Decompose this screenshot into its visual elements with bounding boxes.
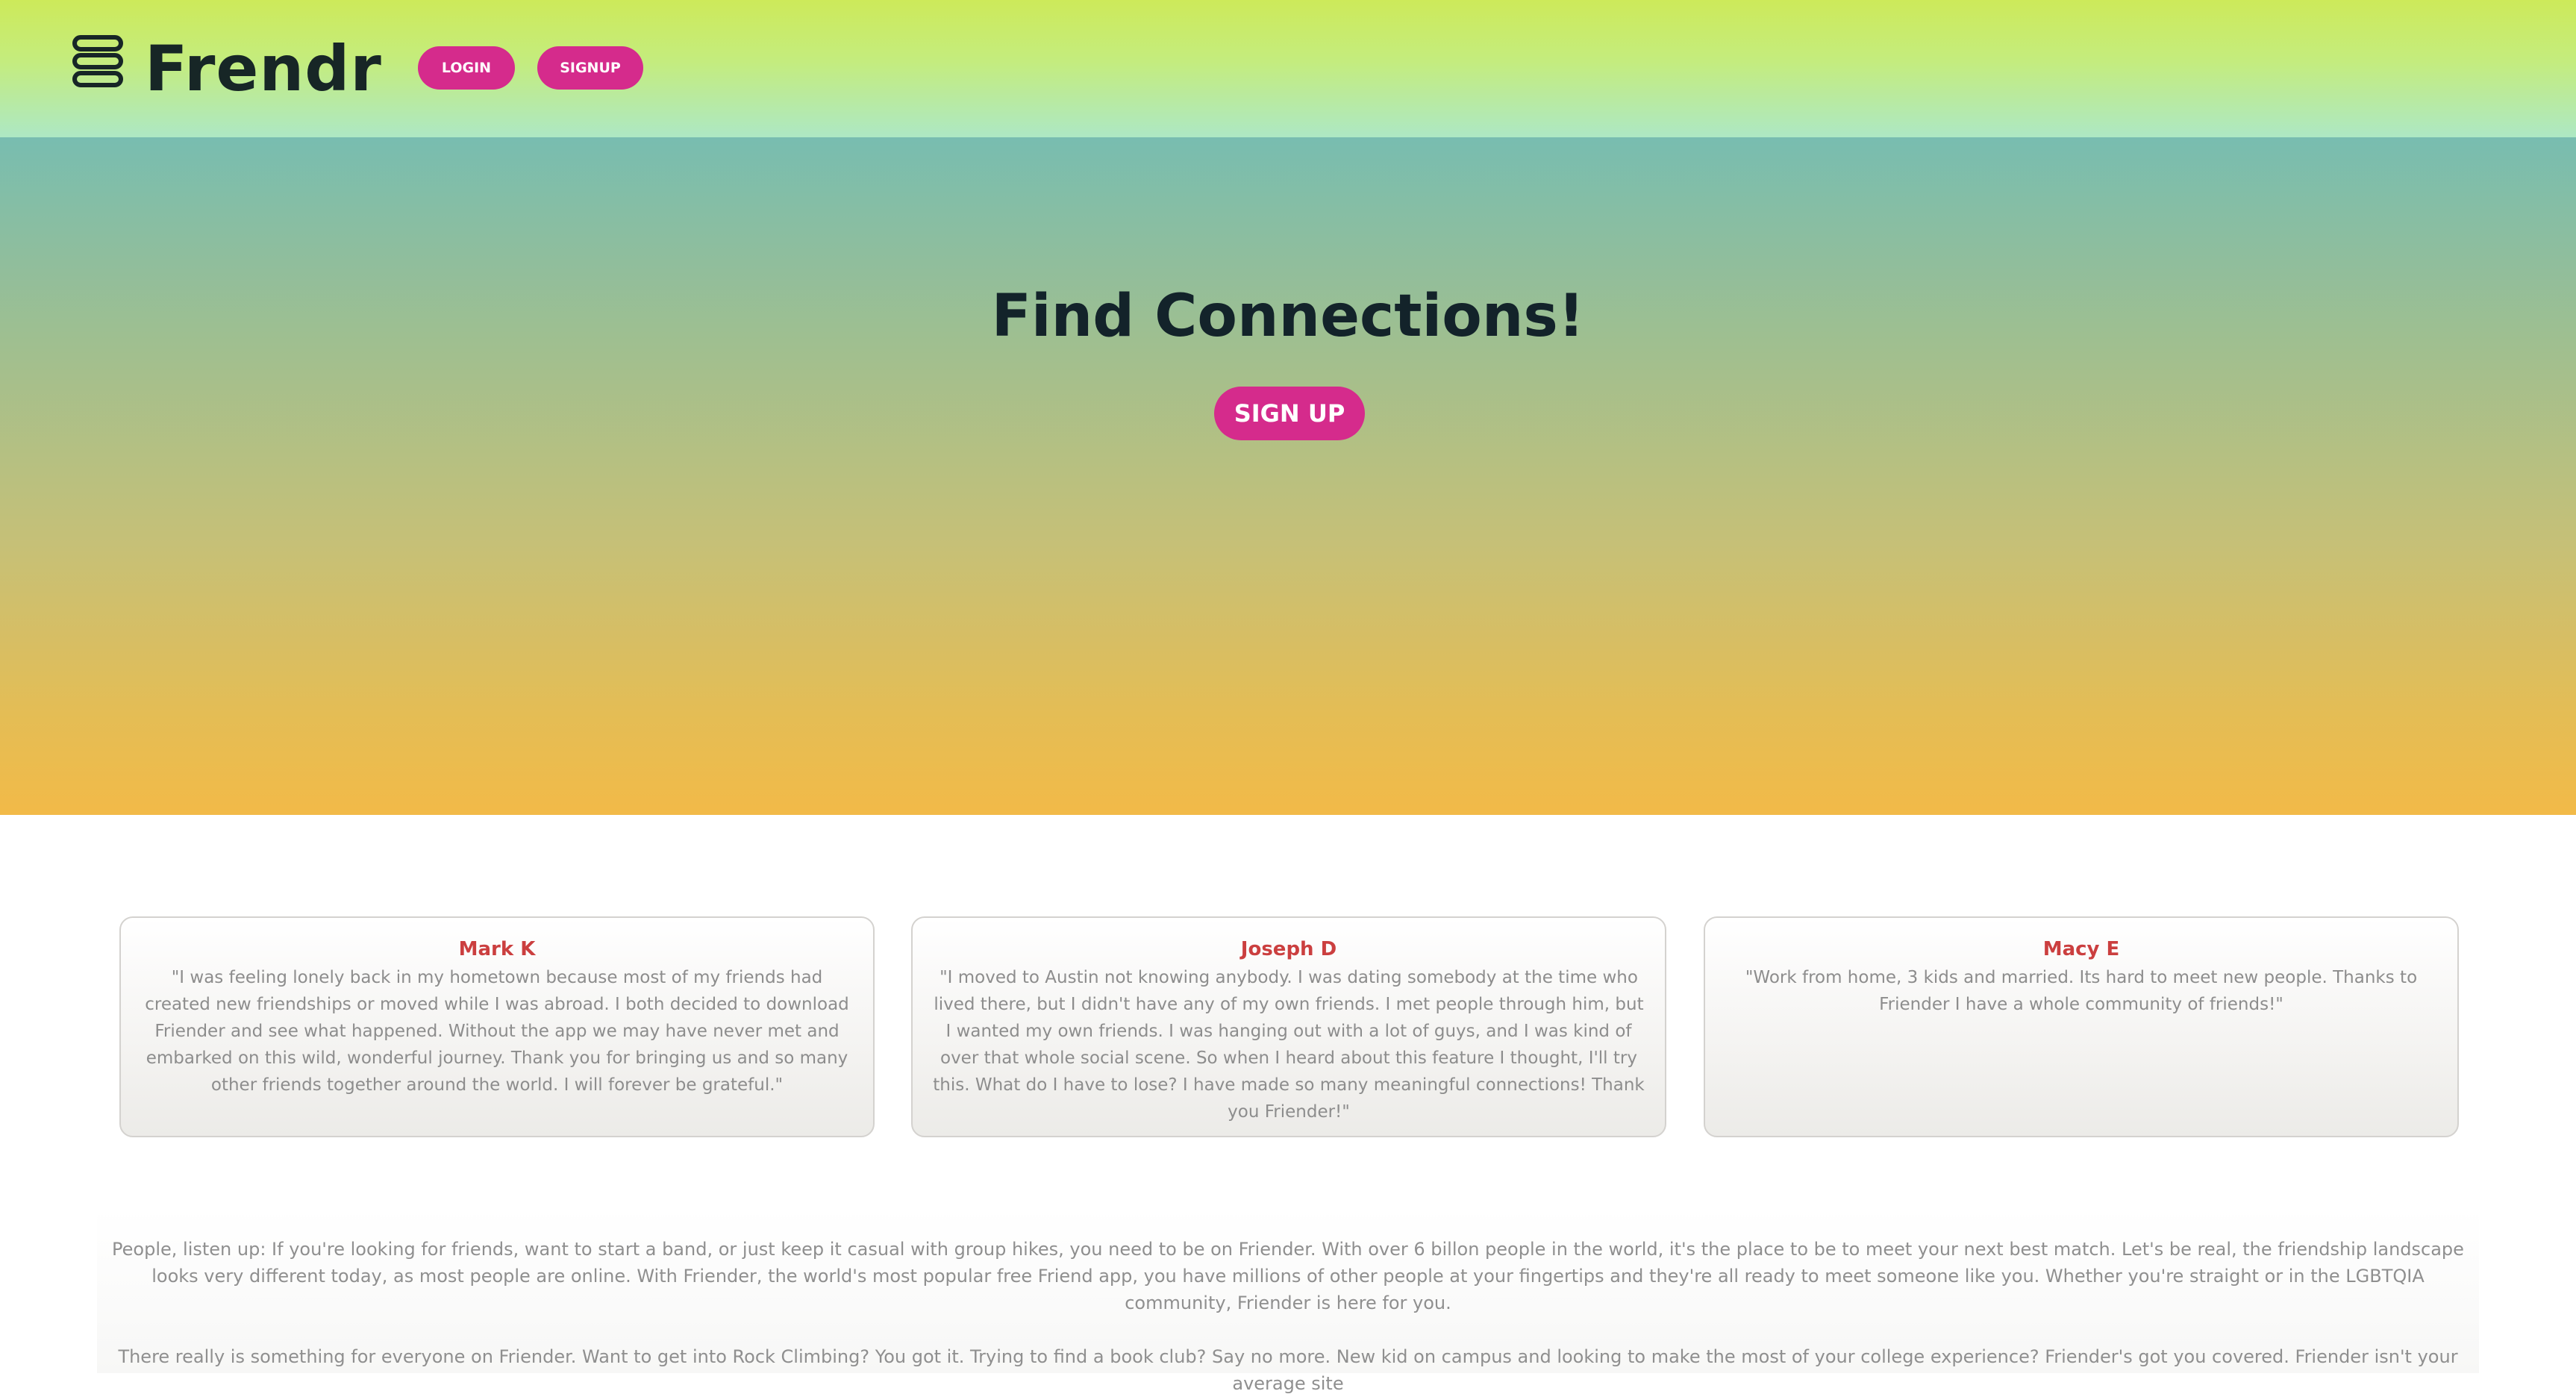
about-section: People, listen up: If you're looking for… <box>97 1209 2479 1394</box>
signup-button[interactable]: SIGNUP <box>537 46 643 90</box>
testimonial-card: Joseph D "I moved to Austin not knowing … <box>911 916 1666 1137</box>
top-header: Frendr LOGIN SIGNUP <box>0 0 2576 137</box>
testimonial-name: Mark K <box>458 938 536 960</box>
testimonial-quote: "Work from home, 3 kids and married. Its… <box>1745 968 2418 1014</box>
hero-section: Find Connections! SIGN UP <box>0 137 2576 815</box>
testimonial-quote: "I moved to Austin not knowing anybody. … <box>933 968 1645 1122</box>
hero-title: Find Connections! <box>991 283 1585 350</box>
login-button[interactable]: LOGIN <box>418 46 515 90</box>
stack-menu-icon[interactable] <box>72 34 124 88</box>
testimonial-card: Mark K "I was feeling lonely back in my … <box>119 916 875 1137</box>
testimonial-name: Joseph D <box>1240 938 1337 960</box>
about-paragraph: People, listen up: If you're looking for… <box>112 1239 2464 1313</box>
testimonial-name: Macy E <box>2042 938 2120 960</box>
about-paragraph: There really is something for everyone o… <box>118 1346 2458 1394</box>
testimonial-card: Macy E "Work from home, 3 kids and marri… <box>1704 916 2459 1137</box>
brand-logo-text[interactable]: Frendr <box>145 30 382 107</box>
hero-signup-button[interactable]: SIGN UP <box>1214 387 1365 440</box>
testimonial-quote: "I was feeling lonely back in my hometow… <box>145 968 849 1095</box>
